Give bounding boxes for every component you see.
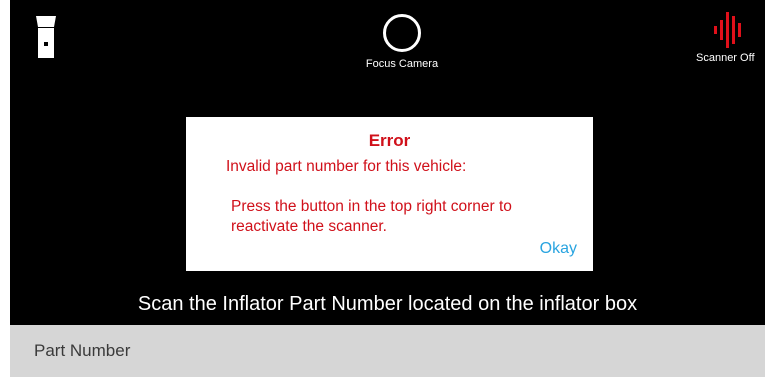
flashlight-button[interactable] — [33, 16, 59, 58]
focus-camera-button[interactable]: Focus Camera — [356, 14, 448, 76]
dialog-message-instructions: Press the button in the top right corner… — [231, 198, 512, 235]
error-dialog: Error Invalid part number for this vehic… — [186, 117, 593, 271]
scan-instruction: Scan the Inflator Part Number located on… — [137, 293, 638, 315]
focus-camera-label: Focus Camera — [365, 58, 439, 70]
part-number-input[interactable] — [10, 325, 765, 377]
barcode-scanner-icon — [714, 12, 741, 48]
scanner-status-label: Scanner Off — [696, 52, 755, 64]
dialog-title: Error — [368, 131, 411, 150]
circle-icon — [383, 14, 421, 52]
okay-button[interactable]: Okay — [540, 240, 577, 258]
scanner-toggle-button[interactable]: Scanner Off — [696, 12, 765, 76]
camera-preview: Focus Camera Scanner Off Error Invalid p… — [10, 0, 765, 325]
dialog-message: Invalid part number for this vehicle: Pr… — [226, 157, 565, 237]
scanner-screen: Focus Camera Scanner Off Error Invalid p… — [10, 0, 765, 377]
flashlight-icon — [36, 16, 56, 58]
dialog-message-invalid-part: Invalid part number for this vehicle: — [226, 158, 467, 175]
